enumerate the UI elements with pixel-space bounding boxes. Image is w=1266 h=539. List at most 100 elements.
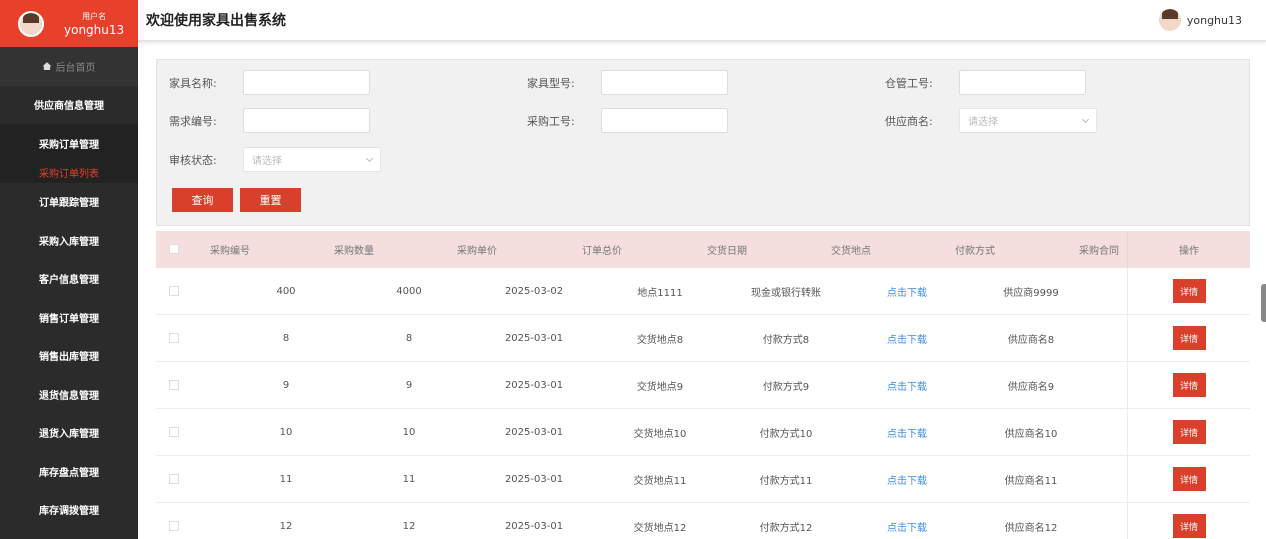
- column-header: 采购数量: [334, 246, 374, 257]
- audit-status-select[interactable]: 请选择: [243, 147, 381, 172]
- chevron-down-icon: [365, 154, 374, 162]
- sidebar: 用户名 yonghu13 后台首页 供应商信息管理 采购订单管理 采购订单列表 …: [0, 0, 138, 539]
- table-cell: 供应商名8: [1007, 334, 1055, 346]
- header-username: yonghu13: [1186, 13, 1242, 27]
- detail-button[interactable]: 详情: [1172, 467, 1206, 491]
- furniture-name-label: 家具名称:: [169, 76, 217, 90]
- detail-button[interactable]: 详情: [1172, 420, 1206, 444]
- supplier-select[interactable]: 请选择: [959, 108, 1097, 133]
- search-panel: 家具名称: 家具型号: 仓管工号: 需求编号: 采购工号: 供应商名: 请选择 …: [156, 59, 1250, 226]
- actions-cell: 详情: [1127, 456, 1250, 502]
- table-cell: 付款方式10: [759, 428, 813, 440]
- sidebar-item-return-inbound[interactable]: 退货入库管理: [0, 414, 138, 453]
- purchase-no-input[interactable]: [601, 108, 728, 133]
- furniture-model-input[interactable]: [601, 70, 728, 95]
- table-cell: 2025-03-01: [504, 379, 564, 391]
- detail-button[interactable]: 详情: [1172, 514, 1206, 538]
- header-user-menu[interactable]: yonghu13: [1158, 9, 1242, 31]
- sidebar-item-order-tracking[interactable]: 订单跟踪管理: [0, 183, 138, 222]
- download-contract-link[interactable]: 点击下载: [847, 503, 967, 539]
- sidebar-item-return-info[interactable]: 退货信息管理: [0, 375, 138, 414]
- table-body: 400 4000 2025-03-02 地点1111 现金或银行转账 点击下载 供应商999…: [156, 268, 1250, 539]
- download-contract-link[interactable]: 点击下载: [847, 315, 967, 361]
- table-cell: 11: [402, 473, 416, 485]
- sidebar-menu: 后台首页 供应商信息管理 采购订单管理 采购订单列表 订单跟踪管理 采购入库管理…: [0, 47, 138, 529]
- table-cell: 付款方式11: [759, 475, 813, 487]
- supplier-select-placeholder: 请选择: [968, 117, 998, 128]
- download-contract-link[interactable]: 点击下载: [847, 362, 967, 408]
- sidebar-item-inventory-transfer[interactable]: 库存调拨管理: [0, 491, 138, 530]
- demand-no-input[interactable]: [243, 108, 370, 133]
- table-cell: 付款方式9: [762, 381, 810, 393]
- sidebar-item-inventory-count[interactable]: 库存盘点管理: [0, 452, 138, 491]
- page-scrollbar[interactable]: [1261, 284, 1266, 322]
- column-header: 采购编号: [210, 246, 250, 257]
- table-cell: 地点1111: [637, 287, 683, 299]
- detail-button[interactable]: 详情: [1172, 279, 1206, 303]
- table-cell: 9: [405, 379, 413, 391]
- table-cell: 供应商名10: [1004, 428, 1058, 440]
- sidebar-item-sales-outbound[interactable]: 销售出库管理: [0, 337, 138, 376]
- detail-button[interactable]: 详情: [1172, 373, 1206, 397]
- table-cell: 2025-03-01: [504, 332, 564, 344]
- query-button[interactable]: 查询: [172, 188, 233, 212]
- sidebar-item-customer[interactable]: 客户信息管理: [0, 260, 138, 299]
- row-checkbox[interactable]: [169, 333, 179, 343]
- reset-button[interactable]: 重置: [240, 188, 301, 212]
- table-cell: 2025-03-01: [504, 426, 564, 438]
- furniture-name-input[interactable]: [243, 70, 370, 95]
- row-checkbox[interactable]: [169, 521, 179, 531]
- column-header: 付款方式: [955, 246, 995, 257]
- detail-button[interactable]: 详情: [1172, 326, 1206, 350]
- table-cell: 交货地点10: [633, 428, 687, 440]
- table-cell: 2025-03-01: [504, 473, 564, 485]
- table-cell: 12: [402, 520, 416, 532]
- purchase-no-label: 采购工号:: [527, 114, 575, 128]
- table-cell: 2025-03-02: [504, 285, 564, 297]
- sidebar-item-supplier[interactable]: 供应商信息管理: [0, 86, 138, 125]
- actions-cell: 详情: [1127, 503, 1250, 539]
- sidebar-item-home[interactable]: 后台首页: [0, 47, 138, 86]
- table-header: 采购编号 采购数量 采购单价 订单总价 交货日期 交货地点 付款方式 采购合同 …: [156, 231, 1250, 268]
- sidebar-item-purchase-order[interactable]: 采购订单管理: [0, 124, 138, 163]
- download-contract-link[interactable]: 点击下载: [847, 268, 967, 314]
- home-icon: [42, 62, 52, 71]
- page-title: 欢迎使用家具出售系统: [146, 13, 286, 29]
- table-cell: 400: [276, 285, 296, 297]
- select-all-checkbox[interactable]: [169, 244, 179, 254]
- column-header: 订单总价: [582, 246, 622, 257]
- table-cell: 10: [402, 426, 416, 438]
- table-row: 12 12 2025-03-01 交货地点12 付款方式12 点击下载 供应商名12 详情: [156, 503, 1250, 539]
- sidebar-item-label: 后台首页: [55, 62, 96, 74]
- download-contract-link[interactable]: 点击下载: [847, 456, 967, 502]
- table-cell: 付款方式12: [759, 522, 813, 534]
- demand-no-label: 需求编号:: [169, 114, 217, 128]
- table-cell: 供应商名12: [1004, 522, 1058, 534]
- warehouse-no-input[interactable]: [959, 70, 1086, 95]
- audit-status-placeholder: 请选择: [252, 156, 282, 167]
- table-row: 10 10 2025-03-01 交货地点10 付款方式10 点击下载 供应商名10 详情: [156, 409, 1250, 456]
- user-role-label: 用户名: [82, 11, 107, 21]
- table-cell: 付款方式8: [762, 334, 810, 346]
- sidebar-item-purchase-inbound[interactable]: 采购入库管理: [0, 221, 138, 260]
- column-header: 采购单价: [457, 246, 497, 257]
- sidebar-subitem-purchase-order-list[interactable]: 采购订单列表: [0, 162, 138, 183]
- table-cell: 9: [282, 379, 290, 391]
- row-checkbox[interactable]: [169, 380, 179, 390]
- table-row: 11 11 2025-03-01 交货地点11 付款方式11 点击下载 供应商名11 详情: [156, 456, 1250, 503]
- user-name: yonghu13: [64, 22, 125, 37]
- table-cell: 交货地点12: [633, 522, 687, 534]
- table-row: 9 9 2025-03-01 交货地点9 付款方式9 点击下载 供应商名9 详情: [156, 362, 1250, 409]
- table-cell: 供应商名9: [1007, 381, 1055, 393]
- avatar: [1158, 9, 1181, 31]
- download-contract-link[interactable]: 点击下载: [847, 409, 967, 455]
- row-checkbox[interactable]: [169, 286, 179, 296]
- avatar: [18, 10, 44, 37]
- furniture-model-label: 家具型号:: [527, 76, 575, 90]
- column-header-actions: 操作: [1127, 231, 1250, 268]
- sidebar-item-sales-order[interactable]: 销售订单管理: [0, 298, 138, 337]
- audit-status-label: 审核状态:: [169, 153, 217, 167]
- row-checkbox[interactable]: [169, 474, 179, 484]
- row-checkbox[interactable]: [169, 427, 179, 437]
- table-cell: 交货地点8: [636, 334, 684, 346]
